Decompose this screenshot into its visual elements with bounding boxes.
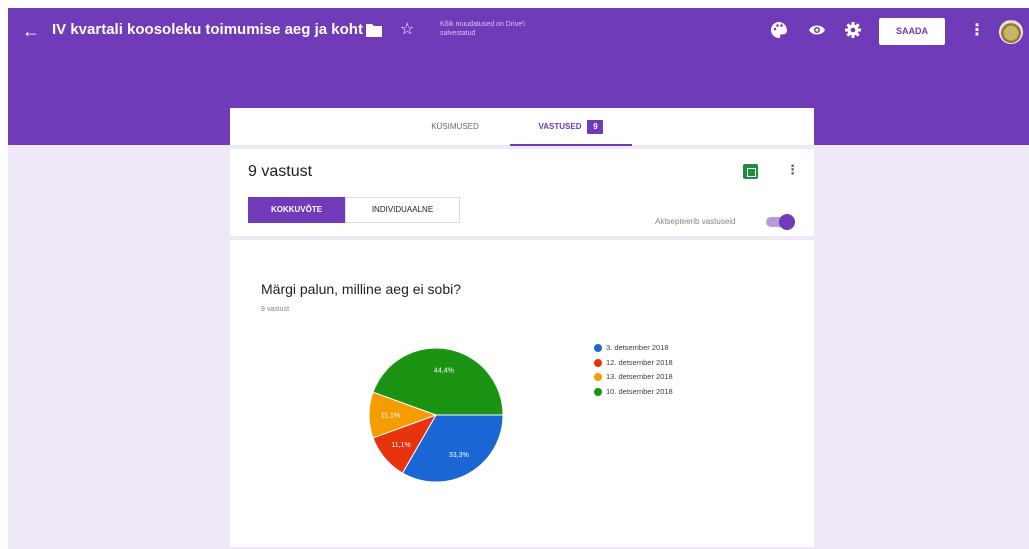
response-count: 9 vastust <box>248 163 313 180</box>
toggle-knob[interactable] <box>779 214 795 230</box>
question-title: Märgi palun, milline aeg ei sobi? <box>261 281 461 297</box>
question-response-count: 9 vastust <box>261 306 290 313</box>
legend-label: 10. detsember 2018 <box>606 386 673 396</box>
settings-gear-icon[interactable] <box>844 21 862 39</box>
back-arrow-icon[interactable]: ← <box>18 18 44 44</box>
legend-swatch <box>594 373 602 381</box>
chart-legend: 3. detsember 2018 12. detsember 2018 13. d… <box>594 343 673 401</box>
pie-slice-label: 33,3% <box>449 452 469 459</box>
legend-label: 13. detsember 2018 <box>606 372 673 381</box>
folder-icon[interactable] <box>365 22 383 38</box>
question-summary-card: Märgi palun, milline aeg ei sobi? 9 vast… <box>230 240 814 547</box>
legend-item: 12. detsember 2018 <box>594 358 673 373</box>
tab-responses-label: VASTUSED <box>538 122 582 131</box>
legend-item: 3. detsember 2018 <box>594 343 673 358</box>
star-icon[interactable]: ☆ <box>400 19 414 39</box>
legend-swatch <box>594 344 602 352</box>
legend-label: 12. detsember 2018 <box>606 357 673 367</box>
legend-swatch <box>594 358 602 367</box>
form-title[interactable]: IV kvartali koosoleku toimumise aeg ja k… <box>52 21 363 38</box>
individual-view-button[interactable]: INDIVIDUAALNE <box>345 197 460 223</box>
tab-bar: KÜSIMUSED VASTUSED 9 <box>230 108 814 146</box>
legend-item: 13. detsember 2018 <box>594 372 673 387</box>
accepting-responses-label: Aktsepteerib vastuseid <box>655 217 736 226</box>
avatar[interactable] <box>999 20 1023 44</box>
pie-slice-label: 44,4% <box>434 368 454 375</box>
responses-count-badge: 9 <box>587 120 604 134</box>
sheets-icon[interactable] <box>743 164 758 179</box>
forms-editor: ← IV kvartali koosoleku toimumise aeg ja… <box>8 8 1029 549</box>
top-bar: ← IV kvartali koosoleku toimumise aeg ja… <box>8 8 1029 54</box>
legend-item: 10. detsember 2018 <box>594 387 673 402</box>
tab-questions-label: KÜSIMUSED <box>431 122 479 131</box>
summary-view-button[interactable]: KOKKUVÕTE <box>248 197 345 223</box>
pie-slice-label: 11,1% <box>391 442 410 449</box>
palette-icon[interactable] <box>770 21 788 39</box>
responses-summary-card: 9 vastust ⋮ KOKKUVÕTE INDIVIDUAALNE Akts… <box>230 149 814 237</box>
preview-eye-icon[interactable] <box>808 21 826 39</box>
tab-responses[interactable]: VASTUSED 9 <box>510 108 632 146</box>
legend-swatch <box>594 387 602 396</box>
more-vert-icon[interactable]: ⋮ <box>969 20 985 40</box>
legend-label: 3. detsember 2018 <box>606 343 669 352</box>
responses-more-icon[interactable]: ⋮ <box>786 162 799 178</box>
save-status: Kõik muudatused on Drive'i salvestatud <box>440 21 525 37</box>
pie-chart: 33,3% 11,1% 11,1% 44,4% <box>368 347 504 483</box>
send-button[interactable]: SAADA <box>879 18 945 45</box>
pie-slice-label: 11,1% <box>381 413 400 420</box>
tab-questions[interactable]: KÜSIMUSED <box>410 108 500 146</box>
